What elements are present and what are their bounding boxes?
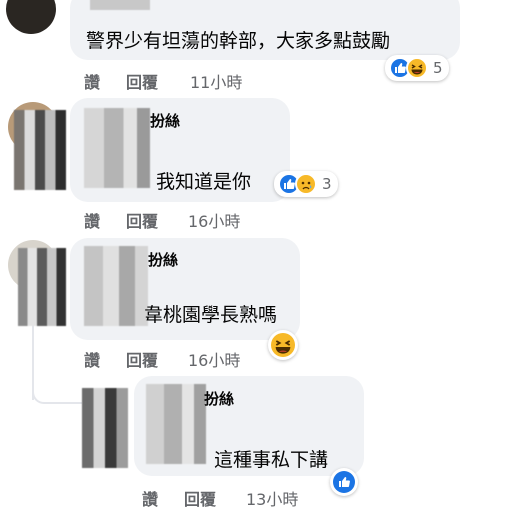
comment-3-like-button[interactable]: 讚 <box>84 347 100 371</box>
comment-1-avatar[interactable] <box>6 0 56 34</box>
comment-1-like-button[interactable]: 讚 <box>84 69 100 93</box>
comment-4-avatar[interactable] <box>82 388 128 468</box>
comment-1-reaction-count: 5 <box>433 59 443 77</box>
haha-reaction-icon <box>406 57 428 79</box>
comment-2-reaction-count: 3 <box>322 175 332 193</box>
haha-reaction-icon[interactable] <box>268 330 298 360</box>
comment-2-author-tail[interactable]: 扮絲 <box>150 110 180 131</box>
comment-1-name-redacted <box>90 0 150 10</box>
comment-3-name-redacted <box>84 246 148 326</box>
comment-4-timestamp[interactable]: 13小時 <box>246 486 298 510</box>
comment-1-text: 警界少有坦蕩的幹部，大家多點鼓勵 <box>86 30 391 52</box>
comment-3-author-tail[interactable]: 扮絲 <box>148 249 178 270</box>
sad-reaction-icon <box>295 173 317 195</box>
comment-3-reply-button[interactable]: 回覆 <box>126 347 158 371</box>
comment-4-name-redacted <box>146 384 206 464</box>
comment-4-author-tail[interactable]: 扮絲 <box>204 388 234 409</box>
comment-1-reply-button[interactable]: 回覆 <box>126 69 158 93</box>
comment-4-reply-button[interactable]: 回覆 <box>184 486 216 510</box>
comment-2-reactions[interactable]: 3 <box>274 171 338 197</box>
comment-3-text: 韋桃園學長熟嗎 <box>144 304 278 326</box>
comment-2-reply-button[interactable]: 回覆 <box>126 208 158 232</box>
comment-2-timestamp[interactable]: 16小時 <box>188 208 240 232</box>
comment-2-avatar-redacted <box>14 110 66 190</box>
comment-1-timestamp[interactable]: 11小時 <box>190 69 242 93</box>
comment-2-name-redacted <box>84 108 150 188</box>
comment-4-text: 這種事私下講 <box>214 449 329 471</box>
comment-2-text: 我知道是你 <box>156 171 252 193</box>
reply-connector <box>32 380 82 404</box>
comment-4-like-button[interactable]: 讚 <box>142 486 158 510</box>
like-reaction-icon[interactable] <box>330 468 358 496</box>
comment-2-like-button[interactable]: 讚 <box>84 208 100 232</box>
comment-1-reactions[interactable]: 5 <box>385 55 449 81</box>
comment-3-timestamp[interactable]: 16小時 <box>188 347 240 371</box>
comment-3-avatar-redacted <box>18 248 66 326</box>
